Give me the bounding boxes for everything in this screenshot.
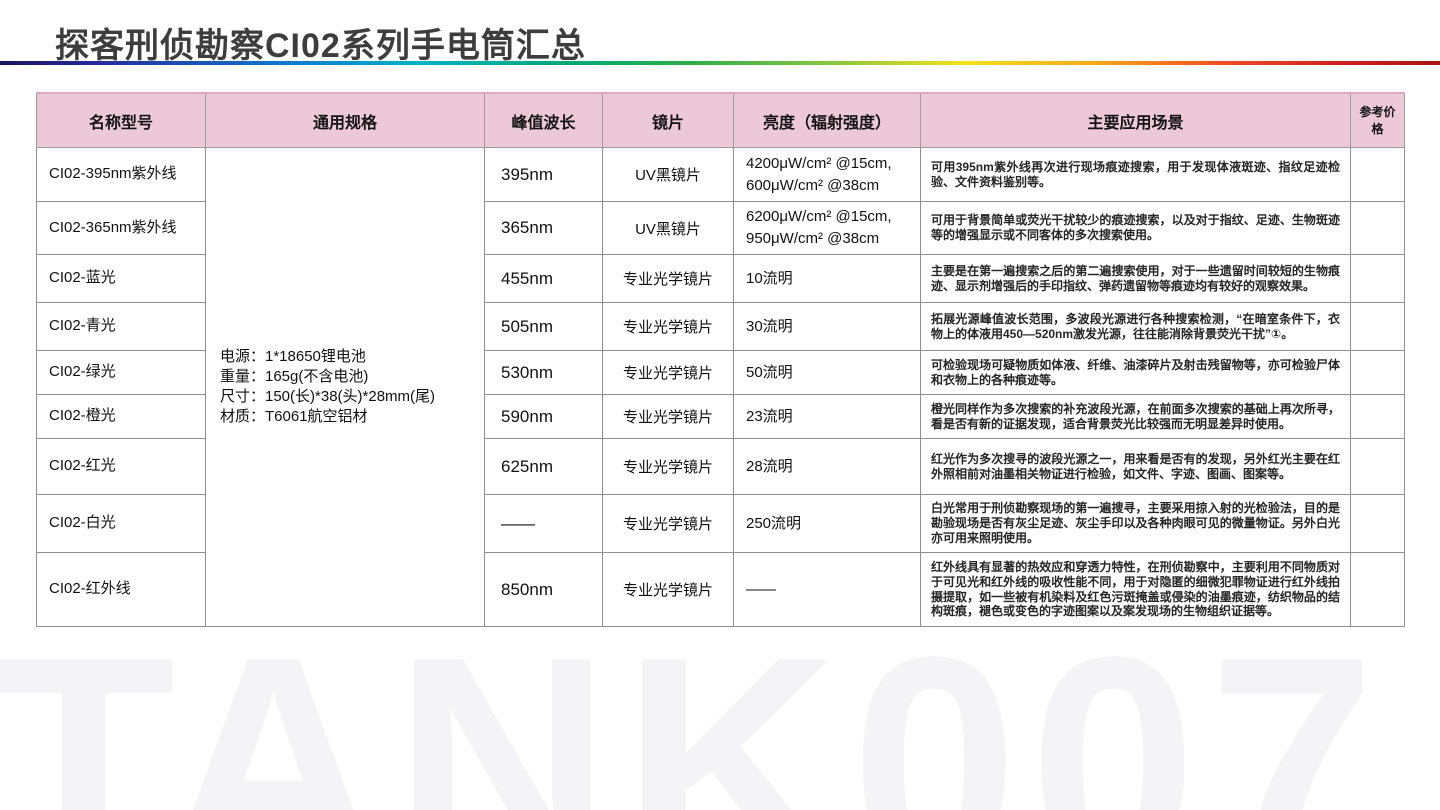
brand-watermark: TANK007 [0, 612, 1387, 810]
price-cell [1351, 495, 1405, 553]
price-cell [1351, 351, 1405, 395]
application-cell: 红外线具有显著的热效应和穿透力特性，在刑侦勘察中，主要利用不同物质对于可见光和红… [921, 553, 1351, 627]
table-body: CI02-395nm紫外线 电源：1*18650锂电池 重量：165g(不含电池… [37, 148, 1405, 627]
application-cell: 拓展光源峰值波长范围，多波段光源进行各种搜索检测，“在暗室条件下，衣物上的体液用… [921, 303, 1351, 351]
brightness-cell: 4200μW/cm² @15cm, 600μW/cm² @38cm [734, 148, 921, 202]
price-cell [1351, 303, 1405, 351]
price-cell [1351, 553, 1405, 627]
brightness-cell: 250流明 [734, 495, 921, 553]
model-cell: CI02-红光 [37, 439, 206, 495]
col-header-price: 参考价格 [1351, 93, 1405, 148]
col-header-brightness: 亮度（辐射强度） [734, 93, 921, 148]
wavelength-cell: 455nm [485, 255, 603, 303]
brightness-cell: —— [734, 553, 921, 627]
model-cell: CI02-白光 [37, 495, 206, 553]
lens-cell: 专业光学镜片 [603, 303, 734, 351]
model-cell: CI02-395nm紫外线 [37, 148, 206, 202]
application-cell: 可用于背景简单或荧光干扰较少的痕迹搜索，以及对于指纹、足迹、生物斑迹等的增强显示… [921, 202, 1351, 255]
price-cell [1351, 439, 1405, 495]
lens-cell: 专业光学镜片 [603, 351, 734, 395]
brightness-cell: 6200μW/cm² @15cm, 950μW/cm² @38cm [734, 202, 921, 255]
application-cell: 可检验现场可疑物质如体液、纤维、油漆碎片及射击残留物等，亦可检验尸体和衣物上的各… [921, 351, 1351, 395]
wavelength-cell: 395nm [485, 148, 603, 202]
table-header: 名称型号 通用规格 峰值波长 镜片 亮度（辐射强度） 主要应用场景 参考价格 [37, 93, 1405, 148]
col-header-lens: 镜片 [603, 93, 734, 148]
price-cell [1351, 148, 1405, 202]
application-cell: 红光作为多次搜寻的波段光源之一，用来看是否有的发现，另外红光主要在红外照相前对油… [921, 439, 1351, 495]
lens-cell: UV黑镜片 [603, 148, 734, 202]
flashlight-spec-table: 名称型号 通用规格 峰值波长 镜片 亮度（辐射强度） 主要应用场景 参考价格 C… [36, 92, 1405, 627]
brightness-cell: 30流明 [734, 303, 921, 351]
wavelength-cell: 530nm [485, 351, 603, 395]
spectrum-divider [0, 61, 1440, 65]
wavelength-cell: 625nm [485, 439, 603, 495]
lens-cell: 专业光学镜片 [603, 495, 734, 553]
header-row: 名称型号 通用规格 峰值波长 镜片 亮度（辐射强度） 主要应用场景 参考价格 [37, 93, 1405, 148]
wavelength-cell: —— [485, 495, 603, 553]
brightness-cell: 50流明 [734, 351, 921, 395]
lens-cell: 专业光学镜片 [603, 553, 734, 627]
table-row: CI02-395nm紫外线 电源：1*18650锂电池 重量：165g(不含电池… [37, 148, 1405, 202]
price-cell [1351, 395, 1405, 439]
price-cell [1351, 202, 1405, 255]
price-cell [1351, 255, 1405, 303]
col-header-wavelength: 峰值波长 [485, 93, 603, 148]
model-cell: CI02-红外线 [37, 553, 206, 627]
model-cell: CI02-橙光 [37, 395, 206, 439]
application-cell: 主要是在第一遍搜索之后的第二遍搜索使用，对于一些遗留时间较短的生物痕迹、显示剂增… [921, 255, 1351, 303]
application-cell: 可用395nm紫外线再次进行现场痕迹搜索，用于发现体液斑迹、指纹足迹检验、文件资… [921, 148, 1351, 202]
lens-cell: 专业光学镜片 [603, 255, 734, 303]
wavelength-cell: 365nm [485, 202, 603, 255]
brightness-cell: 23流明 [734, 395, 921, 439]
general-specs-cell: 电源：1*18650锂电池 重量：165g(不含电池) 尺寸：150(长)*38… [206, 148, 485, 627]
application-cell: 橙光同样作为多次搜索的补充波段光源，在前面多次搜索的基础上再次所寻，看是否有新的… [921, 395, 1351, 439]
lens-cell: 专业光学镜片 [603, 395, 734, 439]
lens-cell: 专业光学镜片 [603, 439, 734, 495]
col-header-application: 主要应用场景 [921, 93, 1351, 148]
col-header-model: 名称型号 [37, 93, 206, 148]
application-cell: 白光常用于刑侦勘察现场的第一遍搜寻，主要采用掠入射的光检验法，目的是勘验现场是否… [921, 495, 1351, 553]
lens-cell: UV黑镜片 [603, 202, 734, 255]
page-title: 探客刑侦勘察CI02系列手电筒汇总 [55, 18, 586, 67]
wavelength-cell: 590nm [485, 395, 603, 439]
model-cell: CI02-绿光 [37, 351, 206, 395]
model-cell: CI02-蓝光 [37, 255, 206, 303]
model-cell: CI02-青光 [37, 303, 206, 351]
col-header-specs: 通用规格 [206, 93, 485, 148]
wavelength-cell: 505nm [485, 303, 603, 351]
brightness-cell: 28流明 [734, 439, 921, 495]
model-cell: CI02-365nm紫外线 [37, 202, 206, 255]
brightness-cell: 10流明 [734, 255, 921, 303]
wavelength-cell: 850nm [485, 553, 603, 627]
